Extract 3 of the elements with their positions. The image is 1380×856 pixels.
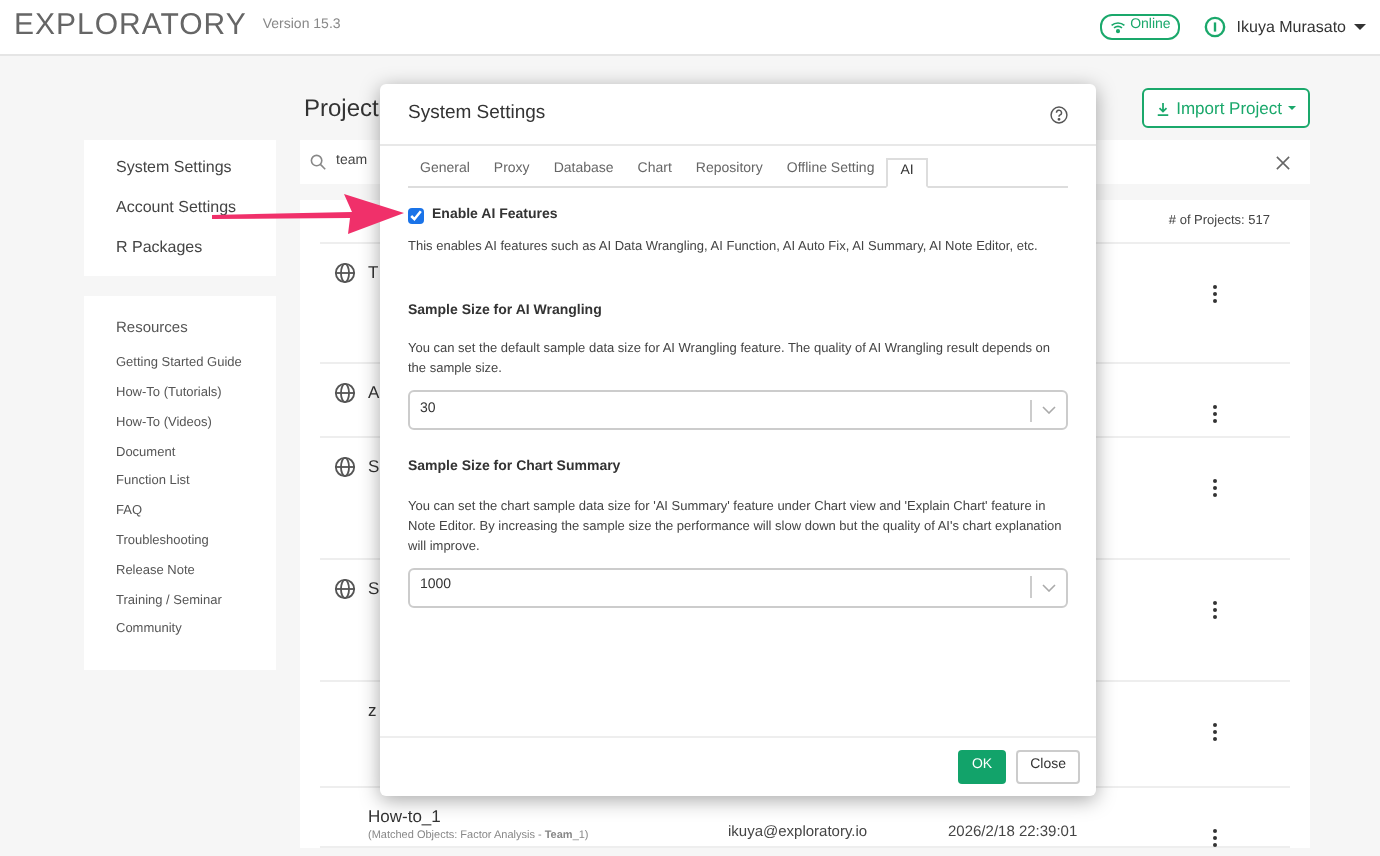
page-title: Project — [304, 92, 379, 126]
dialog-title: System Settings — [408, 99, 546, 128]
app-logo: EXPLORATORY — [14, 6, 247, 47]
